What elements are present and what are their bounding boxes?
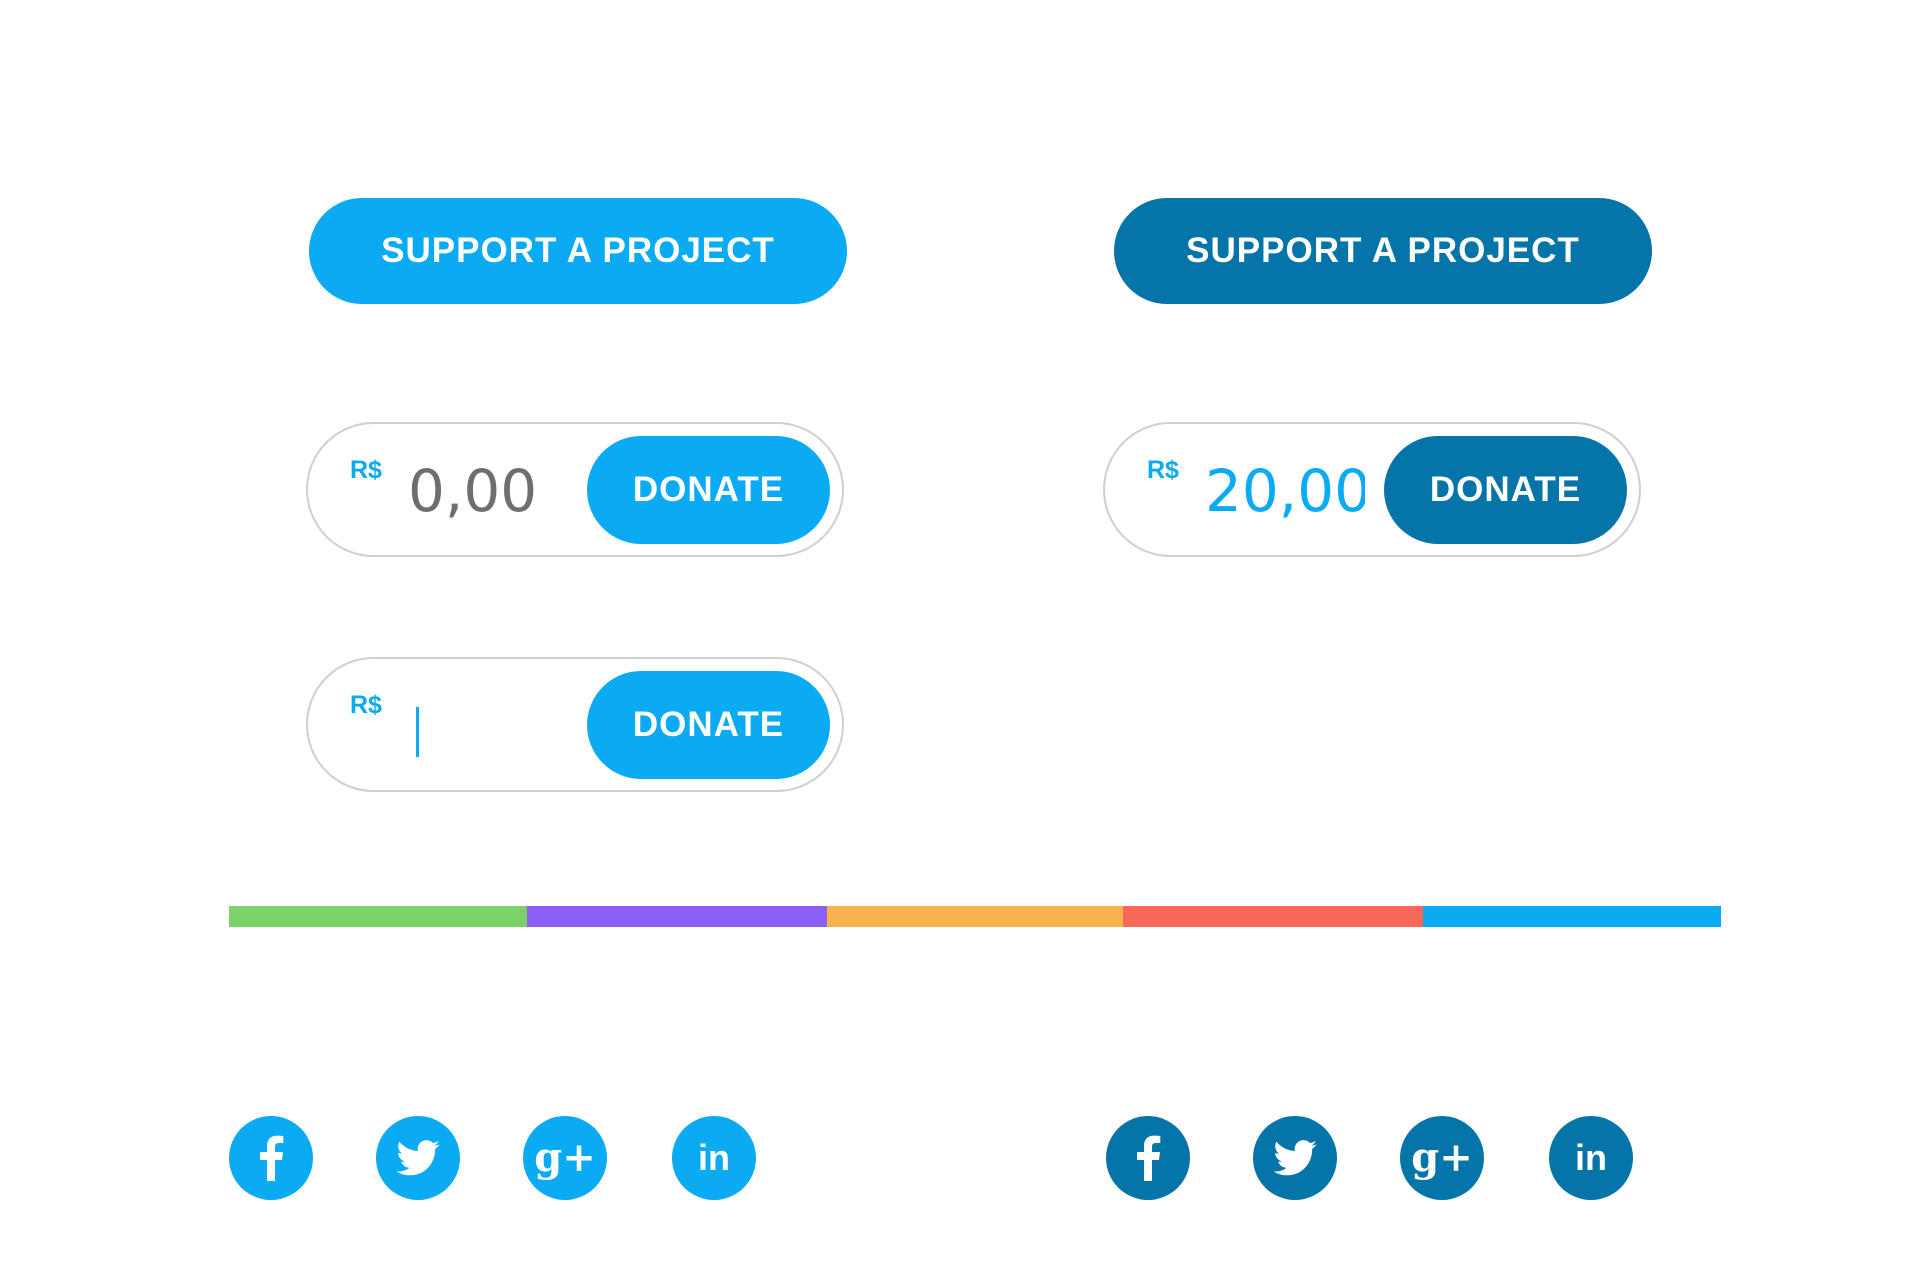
color-segment-purple	[527, 906, 827, 927]
currency-label: R$	[350, 691, 382, 719]
amount-input[interactable]	[1205, 456, 1365, 526]
currency-label: R$	[1147, 456, 1179, 484]
linkedin-icon[interactable]: in	[1549, 1116, 1633, 1200]
currency-label: R$	[350, 456, 382, 484]
linkedin-glyph: in	[698, 1137, 730, 1178]
google-plus-glyph: g+	[534, 1134, 596, 1181]
twitter-icon[interactable]	[376, 1116, 460, 1200]
google-plus-glyph: g+	[1411, 1134, 1473, 1181]
google-plus-icon[interactable]: g+	[523, 1116, 607, 1200]
color-segment-red	[1123, 906, 1423, 927]
donate-widget-empty: R$ DONATE	[306, 422, 844, 557]
text-caret	[416, 707, 419, 757]
color-segment-orange	[827, 906, 1123, 927]
donate-button-hover[interactable]: DONATE	[1384, 436, 1627, 544]
color-segment-green	[229, 906, 527, 927]
social-links-hover: g+ in	[1106, 1116, 1646, 1200]
donate-widget-focused: R$ DONATE	[306, 657, 844, 792]
linkedin-glyph: in	[1575, 1137, 1607, 1178]
color-segment-blue	[1423, 906, 1721, 927]
color-divider-bar	[229, 906, 1721, 927]
donate-button[interactable]: DONATE	[587, 436, 830, 544]
twitter-icon[interactable]	[1253, 1116, 1337, 1200]
support-project-button-hover[interactable]: SUPPORT A PROJECT	[1114, 198, 1652, 304]
facebook-icon[interactable]	[1106, 1116, 1190, 1200]
linkedin-icon[interactable]: in	[672, 1116, 756, 1200]
amount-input[interactable]	[424, 691, 584, 761]
donate-widget-filled: R$ DONATE	[1103, 422, 1641, 557]
amount-input[interactable]	[408, 456, 568, 526]
facebook-icon[interactable]	[229, 1116, 313, 1200]
social-links-default: g+ in	[229, 1116, 769, 1200]
google-plus-icon[interactable]: g+	[1400, 1116, 1484, 1200]
support-project-button[interactable]: SUPPORT A PROJECT	[309, 198, 847, 304]
donate-button[interactable]: DONATE	[587, 671, 830, 779]
